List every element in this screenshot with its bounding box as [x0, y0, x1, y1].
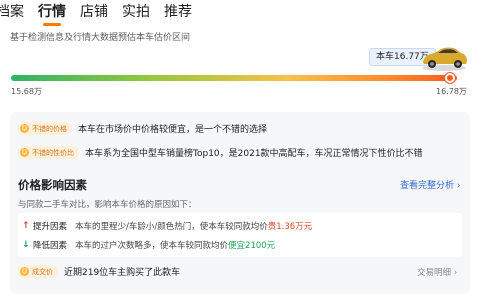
good-value-pill-label: 不错的性价比 [32, 148, 74, 157]
view-full-analysis-link[interactable]: 查看完整分析 › [400, 178, 461, 191]
tab-store[interactable]: 店铺 [80, 2, 108, 22]
price-factors-box: ↑ 提升因素 本车的里程少/车龄小/颜色热门，使本车较同款均价 贵1.36万元 … [18, 213, 462, 257]
badge-row-good-value: ☺ 不错的性价比 本车系为全国中型车销量榜Top10，是2021款中高配车，车况… [18, 146, 423, 159]
factor-down-price: 便宜2100元 [228, 241, 276, 251]
tab-recommend[interactable]: 推荐 [164, 2, 192, 22]
price-intro-text: 基于检测信息及行情大数据预估本车估价区间 [10, 33, 191, 43]
tab-archive[interactable]: 档案 [0, 2, 24, 22]
deal-pill: ☺ 成交价 [18, 265, 58, 278]
deal-pill-label: 成交价 [32, 267, 53, 276]
good-price-pill: ☺ 不错的价格 [18, 122, 72, 135]
deal-row: ☺ 成交价 近期219位车主购买了此款车 [18, 265, 180, 278]
deal-text: 近期219位车主购买了此款车 [64, 268, 181, 278]
factor-up-desc: 本车的里程少/车龄小/颜色热门，使本车较同款均价 [75, 222, 268, 232]
chevron-right-icon: › [453, 268, 458, 278]
car-icon [422, 47, 467, 71]
tab-market-wrap: 行情 [38, 2, 66, 26]
view-full-analysis-label: 查看完整分析 [400, 181, 455, 191]
price-range-bar [11, 75, 457, 81]
arrow-up-icon: ↑ [22, 221, 30, 231]
price-factors-title: 价格影响因素 [18, 178, 87, 192]
arrow-down-icon: ↓ [22, 240, 30, 250]
tab-bar: 档案 行情 店铺 实拍 推荐 [0, 2, 206, 26]
factor-up-label: 提升因素 [33, 222, 68, 232]
deal-details-label: 交易明细 [417, 268, 452, 278]
tab-active-indicator [43, 23, 61, 26]
price-factors-desc: 与同款二手车对比，影响本车价格的原因如下： [18, 200, 197, 210]
price-range-marker [445, 73, 455, 83]
factor-up-price: 贵1.36万元 [267, 222, 313, 232]
factor-up-row: ↑ 提升因素 本车的里程少/车龄小/颜色热门，使本车较同款均价 贵1.36万元 [22, 220, 312, 232]
good-price-pill-label: 不错的价格 [32, 124, 67, 133]
good-value-pill: ☺ 不错的性价比 [18, 146, 79, 159]
price-range-max: 16.78万 [436, 87, 467, 96]
tab-market[interactable]: 行情 [38, 2, 66, 22]
factor-down-label: 降低因素 [33, 241, 68, 251]
smile-icon: ☺ [20, 124, 29, 133]
good-value-text: 本车系为全国中型车销量榜Top10，是2021款中高配车，车况正常情况下性价比不… [85, 149, 423, 159]
good-price-text: 本车在市场价中价格较便宜，是一个不错的选择 [78, 125, 268, 135]
price-range-min: 15.68万 [11, 87, 42, 96]
badge-row-good-price: ☺ 不错的价格 本车在市场价中价格较便宜，是一个不错的选择 [18, 122, 267, 135]
factor-down-desc: 本车的过户次数略多，使本车较同款均价 [75, 241, 229, 251]
smile-icon: ☺ [20, 148, 29, 157]
smile-icon: ☺ [20, 267, 29, 276]
chevron-right-icon: › [456, 181, 461, 191]
deal-details-link[interactable]: 交易明细 › [417, 266, 457, 278]
factor-down-row: ↓ 降低因素 本车的过户次数略多，使本车较同款均价 便宜2100元 [22, 239, 275, 251]
tab-photos[interactable]: 实拍 [122, 2, 150, 22]
